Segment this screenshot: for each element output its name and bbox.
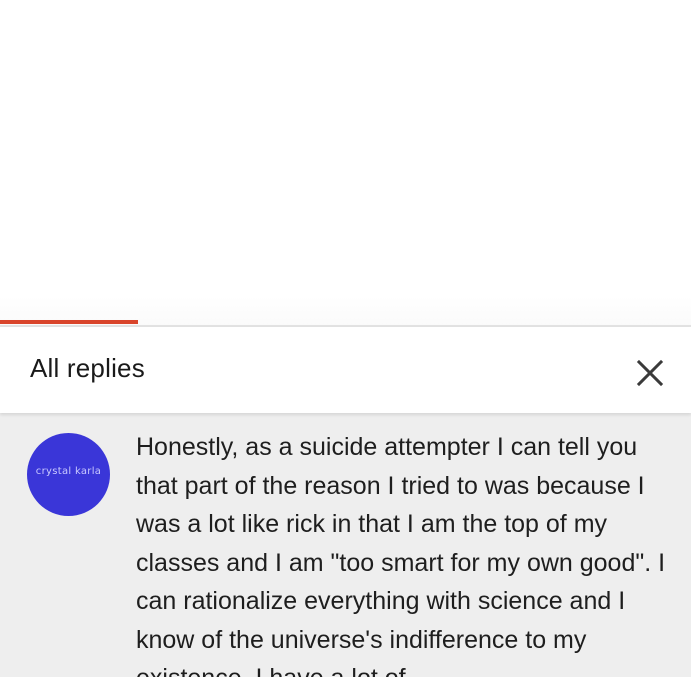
avatar-label: crystal karla [35,466,102,477]
replies-header: All replies [0,327,691,413]
reply-item: crystal karla Honestly, as a suicide att… [0,413,691,677]
avatar[interactable]: crystal karla [27,433,110,516]
close-icon [636,359,664,387]
replies-title: All replies [30,353,145,383]
close-button[interactable] [630,353,670,393]
comment-text: Honestly, as a suicide attempter I can t… [136,433,666,677]
active-tab-indicator [0,320,138,324]
replies-screen: All replies crystal karla Honestly, as a… [0,0,691,677]
